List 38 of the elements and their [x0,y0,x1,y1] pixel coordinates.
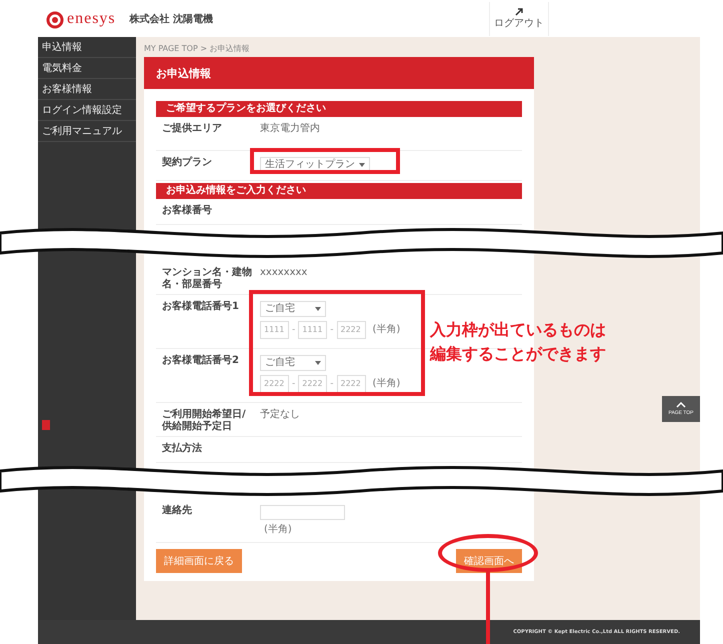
breadcrumb: MY PAGE TOP > お申込情報 [144,43,251,55]
field-value: 予定なし [260,409,300,421]
side-tab-icon[interactable] [42,420,50,430]
contact-input[interactable] [260,505,345,520]
logo-text: enesys [67,10,116,28]
caret-down-icon [315,307,321,311]
caret-down-icon [315,361,321,365]
phone-type-select[interactable]: ご自宅 [260,301,326,317]
separator-dash: - [292,324,296,336]
input-note: (半角) [372,378,400,390]
logout-button[interactable]: ログアウト [489,2,550,36]
annotation-text: 入力枠が出ているものは 編集することができます [430,319,606,365]
field-label: マンション名・建物名・部屋番号 [162,267,253,288]
separator-dash: - [330,324,334,336]
phone-type-select[interactable]: ご自宅 [260,355,326,371]
plan-select[interactable]: 生活フィットプラン [260,157,370,173]
caret-up-icon [676,402,686,408]
field-label: 連絡先 [162,505,193,518]
field-label: ご利用開始希望日/供給開始予定日 [162,409,247,430]
field-label: お客様番号 [162,205,213,218]
page-title: お申込情報 [144,57,534,89]
field-label: 契約プラン [162,157,213,170]
field-label: ご提供エリア [162,123,223,136]
field-label: お客様電話番号1 [162,301,240,314]
section-heading: ご希望するプランをお選びください [156,101,522,117]
separator-dash: - [330,378,334,390]
field-value: 東京電力管内 [260,123,320,135]
field-label: 支払方法 [162,443,203,456]
company-name: 株式会社 沈陽電機 [130,12,214,26]
caret-down-icon [359,163,365,167]
section-heading: お申込み情報をご入力ください [156,183,522,199]
separator-dash: - [292,378,296,390]
field-label: お客様電話番号2 [162,355,240,368]
input-note: (半角) [264,524,293,536]
exit-arrow-icon [515,8,524,16]
input-note: (半角) [372,324,400,336]
swirl-logo-icon [45,8,65,28]
field-value: xxxxxxxx [260,267,308,279]
